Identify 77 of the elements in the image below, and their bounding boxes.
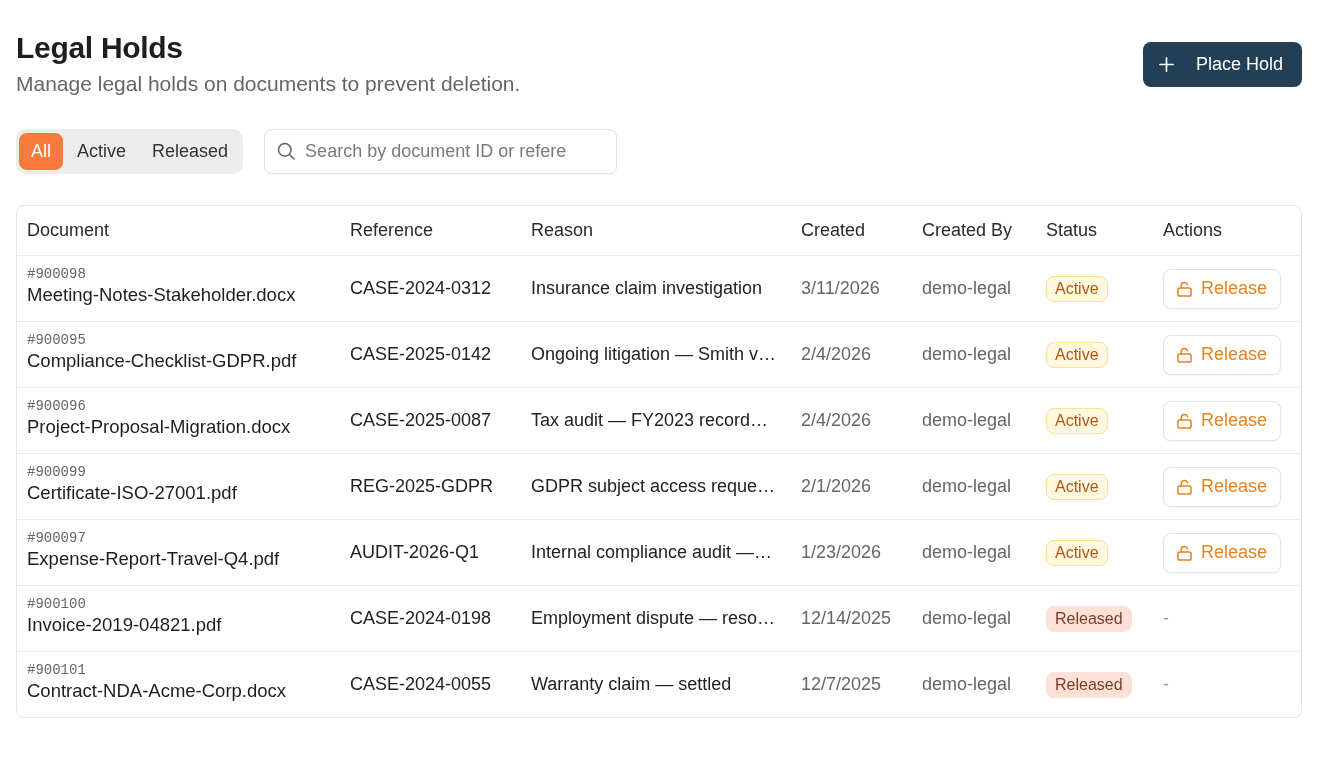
created-by-text: demo-legal xyxy=(922,278,1012,299)
document-name: Compliance-Checklist-GDPR.pdf xyxy=(27,349,297,373)
unlock-icon xyxy=(1177,544,1192,561)
release-button[interactable]: Release xyxy=(1163,532,1282,573)
search-icon xyxy=(277,142,296,160)
plus-icon xyxy=(1159,57,1174,72)
empty-action-text: - xyxy=(1163,674,1169,695)
created-by-text: demo-legal xyxy=(922,542,1012,563)
reason-text: GDPR subject access reque… xyxy=(531,476,776,497)
place-hold-button[interactable]: Place Hold xyxy=(1143,42,1302,87)
created-by-text: demo-legal xyxy=(922,674,1012,695)
document-name: Contract-NDA-Acme-Corp.docx xyxy=(27,679,287,703)
reference-text: CASE-2024-0312 xyxy=(350,278,492,299)
created-date: 2/1/2026 xyxy=(801,476,872,497)
release-button[interactable]: Release xyxy=(1163,268,1282,309)
status-badge: Active xyxy=(1046,341,1108,368)
unlock-icon xyxy=(1177,412,1192,429)
page-title: Legal Holds xyxy=(16,31,184,65)
document-id: #900101 xyxy=(27,662,86,678)
reason-text: Warranty claim — settled xyxy=(531,674,732,695)
status-badge: Active xyxy=(1046,275,1108,302)
reference-text: REG-2025-GDPR xyxy=(350,476,494,497)
document-name: Project-Proposal-Migration.docx xyxy=(27,415,291,439)
status-badge: Active xyxy=(1046,473,1108,500)
created-date: 3/11/2026 xyxy=(801,278,880,299)
created-date: 1/23/2026 xyxy=(801,542,882,563)
empty-action-text: - xyxy=(1163,608,1169,629)
document-id: #900098 xyxy=(27,266,86,282)
reason-text: Internal compliance audit —… xyxy=(531,542,773,563)
reference-text: CASE-2024-0055 xyxy=(350,674,492,695)
status-badge: Active xyxy=(1046,407,1108,434)
unlock-icon xyxy=(1177,478,1192,495)
release-button[interactable]: Release xyxy=(1163,466,1282,507)
column-header: Actions xyxy=(1163,220,1223,241)
release-button[interactable]: Release xyxy=(1163,400,1282,441)
reference-text: CASE-2025-0142 xyxy=(350,344,492,365)
created-date: 2/4/2026 xyxy=(801,410,872,431)
reference-text: AUDIT-2026-Q1 xyxy=(350,542,480,563)
status-badge: Active xyxy=(1046,539,1108,566)
filter-tab[interactable]: Released xyxy=(140,133,241,170)
filter-tab[interactable]: All xyxy=(19,133,63,170)
created-by-text: demo-legal xyxy=(922,476,1012,497)
reason-text: Insurance claim investigation xyxy=(531,278,763,299)
unlock-icon xyxy=(1177,346,1192,363)
filter-tab[interactable]: Active xyxy=(65,133,139,170)
document-name: Meeting-Notes-Stakeholder.docx xyxy=(27,283,296,307)
column-header: Created xyxy=(801,220,866,241)
reason-text: Tax audit — FY2023 record… xyxy=(531,410,769,431)
reason-text: Employment dispute — reso… xyxy=(531,608,776,629)
column-header: Created By xyxy=(922,220,1013,241)
reference-text: CASE-2025-0087 xyxy=(350,410,492,431)
unlock-icon xyxy=(1177,280,1192,297)
status-badge: Released xyxy=(1046,605,1132,632)
reference-text: CASE-2024-0198 xyxy=(350,608,492,629)
created-by-text: demo-legal xyxy=(922,608,1012,629)
created-by-text: demo-legal xyxy=(922,410,1012,431)
column-header: Document xyxy=(27,220,110,241)
created-by-text: demo-legal xyxy=(922,344,1012,365)
created-date: 12/14/2025 xyxy=(801,608,892,629)
column-header: Reason xyxy=(531,220,594,241)
column-header: Reference xyxy=(350,220,434,241)
created-date: 2/4/2026 xyxy=(801,344,872,365)
document-id: #900096 xyxy=(27,398,86,414)
document-id: #900099 xyxy=(27,464,86,480)
created-date: 12/7/2025 xyxy=(801,674,882,695)
column-header: Status xyxy=(1046,220,1098,241)
release-button[interactable]: Release xyxy=(1163,334,1282,375)
search-field[interactable]: Search by document ID or refere xyxy=(264,129,618,174)
reason-text: Ongoing litigation — Smith v… xyxy=(531,344,777,365)
document-name: Certificate-ISO-27001.pdf xyxy=(27,481,237,505)
document-name: Expense-Report-Travel-Q4.pdf xyxy=(27,547,280,571)
page-subtitle: Manage legal holds on documents to prevent deletion. xyxy=(16,71,521,97)
document-name: Invoice-2019-04821.pdf xyxy=(27,613,222,637)
document-id: #900100 xyxy=(27,596,86,612)
document-id: #900095 xyxy=(27,332,86,348)
status-badge: Released xyxy=(1046,671,1132,698)
document-id: #900097 xyxy=(27,530,86,546)
